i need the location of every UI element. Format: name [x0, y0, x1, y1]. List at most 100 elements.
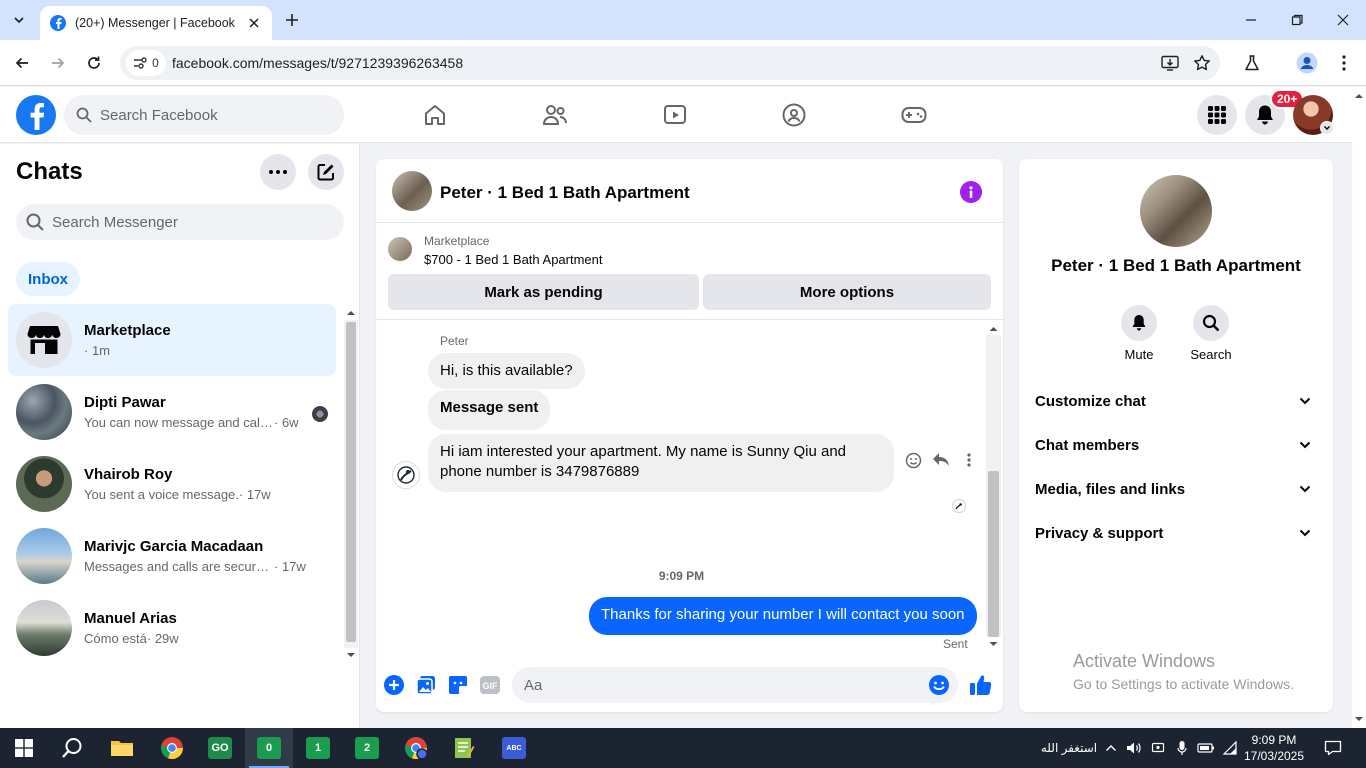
- mark-as-pending-button[interactable]: Mark as pending: [388, 274, 699, 310]
- message-bubble-incoming[interactable]: Hi, is this available?: [428, 353, 585, 389]
- svg-text:GIF: GIF: [483, 681, 499, 691]
- listing-title[interactable]: $700 - 1 Bed 1 Bath Apartment: [424, 252, 603, 267]
- file-explorer-taskbar[interactable]: [98, 728, 146, 768]
- emoji-icon[interactable]: [928, 674, 950, 696]
- app-taskbar-2[interactable]: 2: [343, 728, 391, 768]
- listing-thumbnail[interactable]: [388, 237, 412, 261]
- speaker-icon[interactable]: [1124, 738, 1144, 758]
- bookmark-star-icon[interactable]: [1192, 53, 1212, 73]
- new-tab-button[interactable]: [282, 10, 302, 30]
- start-button[interactable]: [0, 728, 48, 768]
- labs-flask-icon[interactable]: [1240, 51, 1264, 75]
- close-window-button[interactable]: [1320, 0, 1366, 40]
- thumbs-up-icon[interactable]: [968, 672, 994, 698]
- chat-preview: You sent a voice message.: [84, 487, 239, 502]
- facebook-logo-icon[interactable]: [16, 95, 56, 135]
- gif-icon[interactable]: GIF: [479, 674, 501, 696]
- more-vertical-icon[interactable]: [960, 451, 978, 469]
- display-icon[interactable]: [1148, 738, 1168, 758]
- home-icon: [425, 105, 445, 125]
- reply-icon[interactable]: [932, 451, 950, 469]
- message-input-box[interactable]: [512, 667, 958, 703]
- customize-chat-section[interactable]: Customize chat: [1027, 381, 1325, 421]
- chevron-up-icon[interactable]: [1102, 738, 1120, 758]
- back-button[interactable]: [10, 51, 34, 75]
- messenger-search-input[interactable]: [52, 213, 312, 231]
- conversation-scrollbar[interactable]: [986, 321, 1001, 651]
- nav-home[interactable]: [421, 101, 449, 129]
- details-avatar[interactable]: [1140, 175, 1212, 247]
- media-files-links-section[interactable]: Media, files and links: [1027, 469, 1325, 509]
- windows-logo-icon: [15, 739, 33, 757]
- privacy-support-section[interactable]: Privacy & support: [1027, 513, 1325, 553]
- profile-account-icon[interactable]: [1295, 51, 1319, 75]
- chat-item-dipti-pawar[interactable]: Dipti Pawar You can now message and call…: [8, 376, 336, 448]
- battery-icon[interactable]: [1196, 738, 1216, 758]
- message-bubble-outgoing[interactable]: Thanks for sharing your number I will co…: [589, 597, 977, 635]
- chat-item-manuel-arias[interactable]: Manuel Arias Cómo está · 29w: [8, 592, 336, 664]
- react-emoji-icon[interactable]: [904, 451, 922, 469]
- browser-menu-icon[interactable]: [1332, 51, 1356, 75]
- site-info-button[interactable]: 0: [126, 50, 166, 76]
- nav-friends[interactable]: [541, 101, 569, 129]
- bell-icon: [1257, 105, 1273, 125]
- app-taskbar-green[interactable]: GO: [196, 728, 244, 768]
- tab-title: (20+) Messenger | Facebook: [75, 16, 235, 30]
- nav-video[interactable]: [661, 101, 689, 129]
- notifications-center-icon[interactable]: [1322, 738, 1344, 758]
- more-horizontal-icon: [269, 170, 287, 174]
- watermark-subtitle: Go to Settings to activate Windows.: [1073, 676, 1294, 692]
- chat-item-marivjc-garcia-macadaan[interactable]: Marivjc Garcia Macadaan Messages and cal…: [8, 520, 336, 592]
- new-message-button[interactable]: [308, 154, 344, 190]
- info-icon[interactable]: [960, 181, 982, 203]
- tray-arabic-text[interactable]: استغفر الله: [1040, 738, 1098, 758]
- messenger-search[interactable]: [16, 204, 344, 240]
- more-options-button[interactable]: More options: [703, 274, 991, 310]
- facebook-search-input[interactable]: [100, 106, 320, 124]
- search-in-conversation-action[interactable]: Search: [1181, 305, 1241, 362]
- app-taskbar-1[interactable]: 1: [294, 728, 342, 768]
- chat-item-marketplace[interactable]: Marketplace · 1m: [8, 304, 336, 376]
- tab-search-button[interactable]: [6, 8, 32, 32]
- minimize-button[interactable]: [1228, 0, 1274, 40]
- conversation-avatar[interactable]: [392, 171, 432, 211]
- page-scrollbar[interactable]: [1352, 87, 1366, 728]
- mute-action[interactable]: Mute: [1109, 305, 1169, 362]
- menu-button[interactable]: [1197, 95, 1237, 135]
- restore-button[interactable]: [1274, 0, 1320, 40]
- notepad-taskbar[interactable]: [440, 728, 488, 768]
- chat-list-scrollbar[interactable]: [344, 306, 358, 662]
- sticker-icon[interactable]: [447, 674, 469, 696]
- microphone-icon[interactable]: [1172, 738, 1192, 758]
- facebook-top-nav: 20+: [0, 87, 1352, 143]
- add-attachment-icon[interactable]: [383, 674, 405, 696]
- chat-members-section[interactable]: Chat members: [1027, 425, 1325, 465]
- chat-item-vhairob-roy[interactable]: Vhairob Roy You sent a voice message. · …: [8, 448, 336, 520]
- app-taskbar-0[interactable]: 0: [245, 728, 293, 768]
- message-bubble-incoming[interactable]: Hi iam interested your apartment. My nam…: [428, 434, 894, 492]
- taskbar-search-button[interactable]: [48, 728, 96, 768]
- nav-gaming[interactable]: [900, 101, 928, 129]
- conversation-title[interactable]: Peter · 1 Bed 1 Bath Apartment: [440, 183, 690, 203]
- install-app-icon[interactable]: [1160, 53, 1180, 73]
- chrome-taskbar[interactable]: [148, 728, 196, 768]
- grid-menu-icon: [1208, 106, 1226, 124]
- forward-button[interactable]: [46, 51, 70, 75]
- inbox-filter-tab[interactable]: Inbox: [16, 262, 80, 296]
- facebook-search[interactable]: [64, 95, 344, 135]
- chrome-profile-taskbar[interactable]: [392, 728, 440, 768]
- account-chevron-icon[interactable]: [1320, 121, 1334, 135]
- url-text[interactable]: facebook.com/messages/t/9271239396263458: [172, 55, 463, 71]
- message-bubble-incoming[interactable]: Message sent: [428, 390, 551, 430]
- message-input[interactable]: [524, 676, 904, 694]
- photo-gallery-icon[interactable]: [415, 674, 437, 696]
- taskbar-clock[interactable]: 9:09 PM 17/03/2025: [1236, 732, 1312, 764]
- close-tab-icon[interactable]: [246, 15, 262, 31]
- reload-button[interactable]: [82, 51, 106, 75]
- app-taskbar-blue[interactable]: ABC: [490, 728, 538, 768]
- nav-groups[interactable]: [780, 101, 808, 129]
- sender-avatar[interactable]: [392, 461, 420, 489]
- address-bar[interactable]: 0 facebook.com/messages/t/92712393962634…: [120, 46, 1220, 80]
- browser-tab[interactable]: (20+) Messenger | Facebook: [40, 6, 272, 40]
- chat-options-button[interactable]: [260, 154, 296, 190]
